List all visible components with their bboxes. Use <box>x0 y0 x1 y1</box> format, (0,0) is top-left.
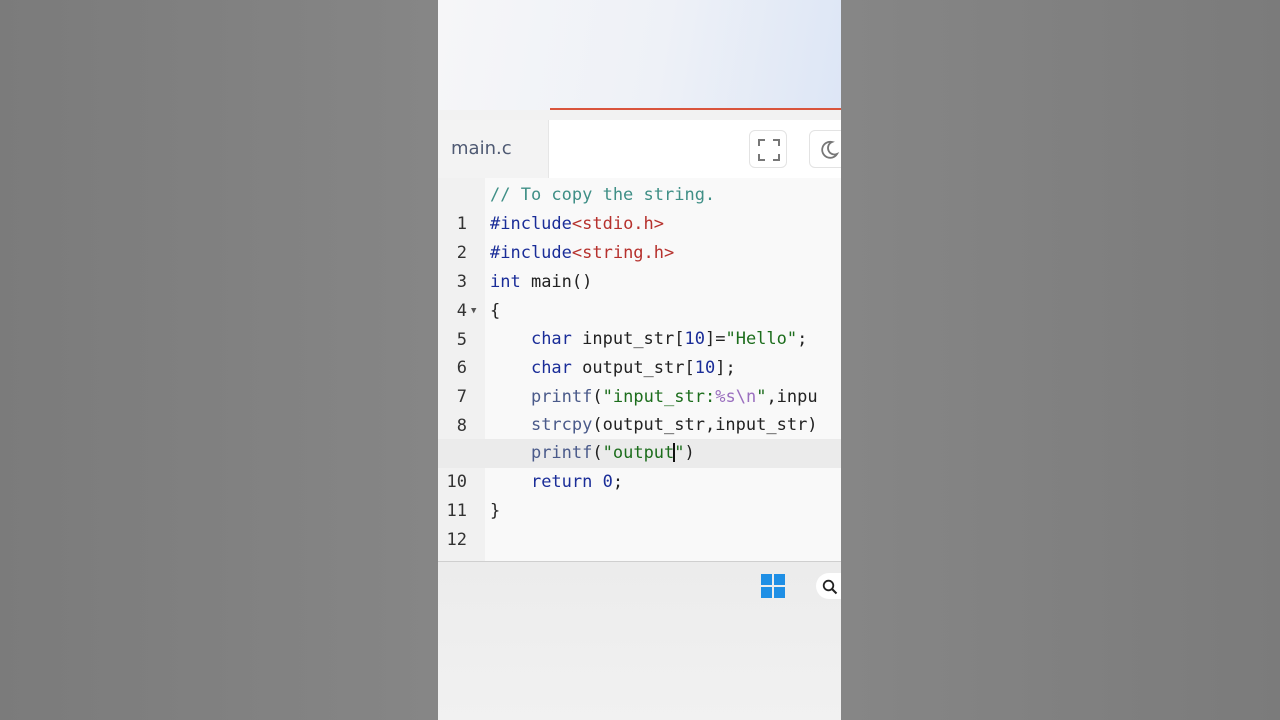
browser-top-area <box>438 0 841 110</box>
fullscreen-button[interactable] <box>749 130 787 168</box>
fullscreen-icon <box>758 139 780 161</box>
code-text: } <box>490 501 501 521</box>
file-tab-label: main.c <box>451 138 512 159</box>
code-line[interactable]: 11 return 0; <box>438 468 841 521</box>
code-text: return 0; <box>530 472 624 492</box>
code-text: #include<stdio.h> <box>490 214 665 234</box>
code-line[interactable]: 8 printf("input_str:%s\n",inpu <box>438 383 841 436</box>
screen-frame: main.c 1 // To copy the string. 2 #inclu… <box>438 0 841 720</box>
code-line[interactable]: 9 strcpy(output_str,input_str) <box>438 411 841 464</box>
search-icon <box>822 579 838 595</box>
line-number: 12 <box>446 530 467 550</box>
code-line[interactable]: 12 } <box>438 497 841 550</box>
taskbar-search-button[interactable] <box>816 573 841 599</box>
fold-arrow-icon[interactable]: ▼ <box>471 297 476 326</box>
left-blur-background <box>0 0 438 720</box>
code-line[interactable]: 6 char input_str[10]="Hello"; <box>438 325 841 378</box>
code-text: char output_str[10]; <box>530 358 736 378</box>
code-line[interactable]: 4 int main() <box>438 268 841 321</box>
code-text: printf("input_str:%s\n",inpu <box>530 387 818 407</box>
file-tab[interactable]: main.c <box>438 120 549 178</box>
text-caret <box>673 443 676 462</box>
right-blur-background <box>841 0 1280 720</box>
code-text: printf("output") <box>530 443 695 463</box>
windows-taskbar <box>438 562 841 720</box>
editor-tabbar: main.c <box>438 120 841 178</box>
code-text: // To copy the string. <box>490 185 716 205</box>
code-text: #include<string.h> <box>490 243 675 263</box>
code-text: char input_str[10]="Hello"; <box>530 329 808 349</box>
dark-mode-button[interactable] <box>809 130 841 168</box>
divider <box>438 110 841 120</box>
code-text: strcpy(output_str,input_str) <box>530 415 818 435</box>
code-text: { <box>490 301 501 321</box>
code-line[interactable]: 5 ▼ { <box>438 297 841 350</box>
dark-mode-icon <box>821 140 840 159</box>
code-line[interactable]: 2 #include<stdio.h> <box>438 210 841 263</box>
windows-start-icon[interactable] <box>761 574 785 598</box>
code-line[interactable]: 3 #include<string.h> <box>438 239 841 292</box>
code-line[interactable]: 1 // To copy the string. <box>438 181 841 234</box>
code-text: int main() <box>490 272 593 292</box>
code-line-active[interactable]: 10 printf("output") <box>438 439 841 492</box>
code-editor: main.c 1 // To copy the string. 2 #inclu… <box>438 120 841 561</box>
code-line[interactable]: 7 char output_str[10]; <box>438 354 841 407</box>
tabbar-toolbar <box>549 120 841 178</box>
